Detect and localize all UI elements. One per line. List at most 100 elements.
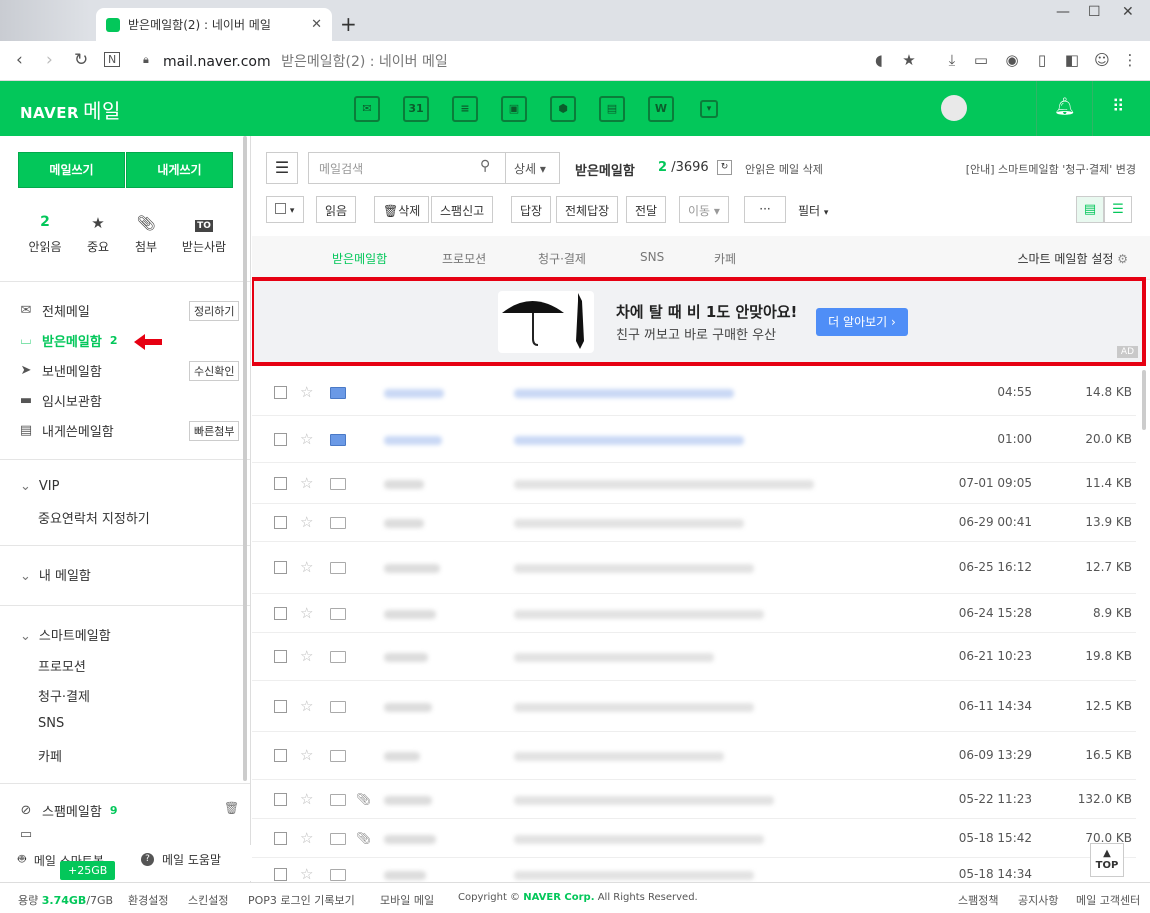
star-icon[interactable]: ☆ <box>300 865 313 882</box>
more-actions-button[interactable]: ··· <box>744 196 786 223</box>
table-row[interactable]: ☆ 05-18 14:34 <box>252 858 1136 882</box>
memo-app-icon[interactable]: ≡ <box>452 96 478 122</box>
browser-menu-icon[interactable]: ⋮ <box>1121 51 1139 69</box>
mail-checkbox[interactable] <box>274 607 287 620</box>
envelope-icon[interactable] <box>330 750 346 762</box>
envelope-icon[interactable] <box>330 387 346 399</box>
mail-subject[interactable] <box>514 519 744 528</box>
mail-checkbox[interactable] <box>274 749 287 762</box>
mail-subject[interactable] <box>514 752 724 761</box>
envelope-icon[interactable] <box>330 478 346 490</box>
folder-self[interactable]: ▤ 내게쓴메일함 <box>18 421 114 440</box>
back-icon[interactable]: ‹ <box>16 50 23 70</box>
tab-sns[interactable]: SNS <box>640 250 664 264</box>
forward-icon[interactable]: › <box>46 50 53 70</box>
sidebar-scrollbar[interactable] <box>243 136 247 781</box>
shield-icon[interactable]: ◖ <box>870 51 888 69</box>
vip-group[interactable]: ⌄ VIP <box>20 479 59 494</box>
mail-sender[interactable] <box>384 752 420 761</box>
envelope-icon[interactable] <box>330 794 346 806</box>
organize-button[interactable]: 정리하기 <box>189 301 240 321</box>
mail-sender[interactable] <box>384 480 424 489</box>
search-icon[interactable]: ⚲ <box>480 158 490 174</box>
envelope-icon[interactable] <box>330 701 346 713</box>
footer-link-skin[interactable]: 스킨설정 <box>188 892 228 908</box>
star-icon[interactable]: ☆ <box>300 513 313 531</box>
scroll-top-button[interactable]: ▲ TOP <box>1090 843 1124 877</box>
mail-subject[interactable] <box>514 610 764 619</box>
mail-checkbox[interactable] <box>274 386 287 399</box>
browser-tab[interactable]: 받은메일함(2) : 네이버 메일 ✕ <box>96 8 332 41</box>
mail-sender[interactable] <box>384 610 436 619</box>
star-icon[interactable]: ☆ <box>300 829 313 847</box>
mail-checkbox[interactable] <box>274 868 287 881</box>
reply-all-button[interactable]: 전체답장 <box>556 196 619 223</box>
storage-usage[interactable]: 용량 3.74GB/7GB <box>18 892 113 908</box>
mail-sender[interactable] <box>384 796 432 805</box>
office-app-icon[interactable]: ▤ <box>599 96 625 122</box>
naver-mail-logo[interactable]: NAVER 메일 <box>20 95 121 124</box>
ad-banner[interactable]: 차에 탈 때 비 1도 안맞아요! 친구 꺼보고 바로 구매한 우산 더 알아보… <box>252 277 1146 366</box>
close-tab-icon[interactable]: ✕ <box>311 17 322 32</box>
mail-checkbox[interactable] <box>274 433 287 446</box>
mail-app-icon[interactable]: ✉ <box>354 96 380 122</box>
table-row[interactable]: ☆ 01:00 20.0 KB <box>252 416 1136 463</box>
envelope-icon[interactable] <box>330 562 346 574</box>
spam-report-button[interactable]: 스팸신고 <box>431 196 494 223</box>
star-icon[interactable]: ☆ <box>300 604 313 622</box>
new-tab-icon[interactable]: + <box>340 12 357 36</box>
mail-subject[interactable] <box>514 796 774 805</box>
list-view-icon[interactable]: ☰ <box>1104 196 1132 223</box>
window-close-icon[interactable]: ✕ <box>1122 4 1134 20</box>
mail-subject[interactable] <box>514 389 734 398</box>
address-bar[interactable]: mail.naver.com 받은메일함(2) : 네이버 메일 <box>163 51 448 71</box>
bookmark-star-icon[interactable]: ★ <box>900 51 918 69</box>
tab-promotion[interactable]: 프로모션 <box>442 250 486 267</box>
mybox-app-icon[interactable]: ⬢ <box>550 96 576 122</box>
table-row[interactable]: ☆ 06-24 15:28 8.9 KB <box>252 594 1136 633</box>
footer-link-mobile[interactable]: 모바일 메일 <box>380 892 434 908</box>
smart-item-sns[interactable]: SNS <box>38 716 64 731</box>
sidebar-panel-icon[interactable]: ◧ <box>1063 51 1081 69</box>
reader-icon[interactable]: ▯ <box>1033 51 1051 69</box>
folder-drafts[interactable]: ▬ 임시보관함 <box>18 391 102 410</box>
write-mail-button[interactable]: 메일쓰기 <box>18 152 125 188</box>
folder-all[interactable]: ✉ 전체메일 <box>18 301 90 320</box>
mail-sender[interactable] <box>384 653 428 662</box>
contacts-app-icon[interactable]: ▣ <box>501 96 527 122</box>
table-row[interactable]: ☆ 06-11 14:34 12.5 KB <box>252 681 1136 732</box>
star-icon[interactable]: ☆ <box>300 647 313 665</box>
mail-sender[interactable] <box>384 519 424 528</box>
table-row[interactable]: ☆ 07-01 09:05 11.4 KB <box>252 463 1136 504</box>
envelope-icon[interactable] <box>330 434 346 446</box>
delete-button[interactable]: 🗑︎삭제 <box>374 196 430 223</box>
video-icon[interactable]: ▭ <box>972 51 990 69</box>
move-button[interactable]: 이동 ▾ <box>679 196 729 223</box>
delete-unread-link[interactable]: 안읽은 메일 삭제 <box>745 161 823 177</box>
reply-button[interactable]: 답장 <box>511 196 552 223</box>
hamburger-menu-button[interactable]: ☰ <box>266 152 298 184</box>
detail-search-dropdown[interactable]: 상세 ▾ <box>506 152 560 184</box>
table-row[interactable]: ☆ 06-21 10:23 19.8 KB <box>252 633 1136 681</box>
star-icon[interactable]: ☆ <box>300 430 313 448</box>
bell-icon[interactable]: 🔔︎ <box>1054 97 1076 117</box>
notice-link[interactable]: [안내] 스마트메일함 '청구·결제' 변경 <box>966 161 1136 177</box>
footer-link-support[interactable]: 메일 고객센터 <box>1076 892 1140 908</box>
table-row[interactable]: ☆ 06-29 00:41 13.9 KB <box>252 504 1136 542</box>
avatar[interactable] <box>941 95 967 121</box>
calendar-app-icon[interactable]: 31 <box>403 96 429 122</box>
smart-mailbox-group[interactable]: ⌄ 스마트메일함 <box>20 625 111 644</box>
folder-trash-partial[interactable]: ▭ <box>18 830 34 838</box>
footer-link-spam-policy[interactable]: 스팸정책 <box>958 892 998 908</box>
quick-important[interactable]: ★ 중요 <box>72 214 124 255</box>
mail-list-scrollbar[interactable] <box>1142 370 1146 430</box>
envelope-icon[interactable] <box>330 608 346 620</box>
footer-link-settings[interactable]: 환경설정 <box>128 892 168 908</box>
my-mailbox-group[interactable]: ⌄ 내 메일함 <box>20 565 91 584</box>
table-row[interactable]: ☆ 📎︎ 05-22 11:23 132.0 KB <box>252 780 1136 819</box>
envelope-icon[interactable] <box>330 517 346 529</box>
smart-item-cafe[interactable]: 카페 <box>38 746 62 765</box>
mail-sender[interactable] <box>384 703 432 712</box>
app-grid-icon[interactable]: ⠿ <box>1112 97 1124 117</box>
footer-link-pop3[interactable]: POP3 로그인 기록보기 <box>248 892 355 908</box>
